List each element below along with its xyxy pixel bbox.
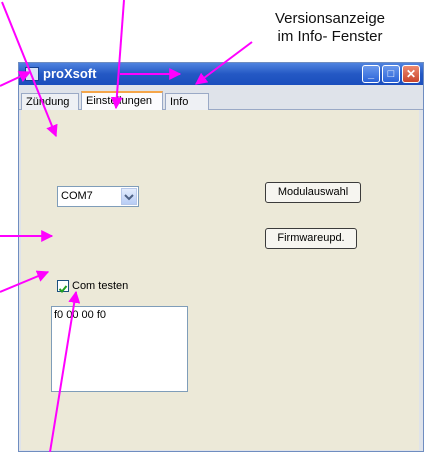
arrow-from-version-label xyxy=(195,41,253,85)
arrow-to-textbox-left xyxy=(0,270,50,293)
arrow-to-app-icon xyxy=(0,71,32,87)
arrow-to-combo xyxy=(1,1,58,138)
arrow-to-textbox-bottom xyxy=(49,290,81,452)
annotation-arrows xyxy=(0,0,253,452)
arrow-to-einstellungen-tab xyxy=(110,0,125,110)
